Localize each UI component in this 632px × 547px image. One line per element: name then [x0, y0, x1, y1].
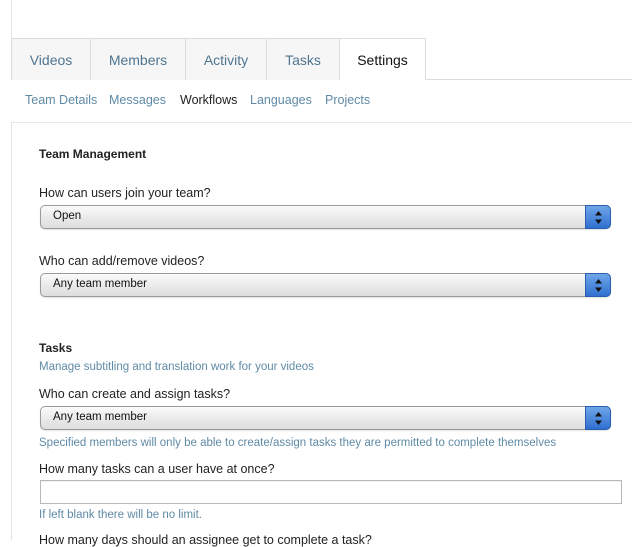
tab-members[interactable]: Members [90, 38, 186, 80]
task-limit-label: How many tasks can a user have at once? [39, 462, 275, 476]
assign-tasks-value: Any team member [53, 411, 147, 423]
join-team-value: Open [53, 210, 82, 222]
select-stepper-icon [585, 273, 611, 297]
subnav-projects[interactable]: Projects [325, 93, 370, 107]
assign-tasks-select[interactable]: Any team member [40, 406, 611, 430]
tasks-heading: Tasks [39, 341, 73, 355]
add-remove-videos-label: Who can add/remove videos? [39, 254, 205, 268]
subnav-workflows[interactable]: Workflows [180, 93, 237, 107]
tasks-subtitle: Manage subtitling and translation work f… [39, 361, 314, 373]
subnav-languages[interactable]: Languages [250, 93, 312, 107]
team-management-heading: Team Management [39, 147, 147, 161]
tab-videos[interactable]: Videos [11, 38, 91, 80]
tab-settings[interactable]: Settings [339, 38, 426, 81]
task-limit-input[interactable] [40, 480, 622, 504]
subnav-messages[interactable]: Messages [109, 93, 166, 107]
add-remove-videos-select[interactable]: Any team member [40, 273, 611, 297]
select-stepper-icon [585, 205, 611, 229]
join-team-label: How can users join your team? [39, 186, 211, 200]
settings-subnav: Team Details Messages Workflows Language… [11, 80, 632, 123]
select-stepper-icon [585, 406, 611, 430]
tab-tasks[interactable]: Tasks [266, 38, 340, 80]
task-days-label: How many days should an assignee get to … [39, 533, 372, 547]
assign-tasks-label: Who can create and assign tasks? [39, 387, 231, 401]
tab-activity[interactable]: Activity [185, 38, 267, 80]
assign-tasks-help: Specified members will only be able to c… [39, 437, 557, 449]
add-remove-videos-value: Any team member [53, 278, 147, 290]
tab-bar: Videos Members Activity Tasks Settings [11, 38, 632, 81]
subnav-team-details[interactable]: Team Details [25, 93, 97, 107]
join-team-select[interactable]: Open [40, 205, 611, 229]
task-limit-help: If left blank there will be no limit. [39, 509, 202, 521]
